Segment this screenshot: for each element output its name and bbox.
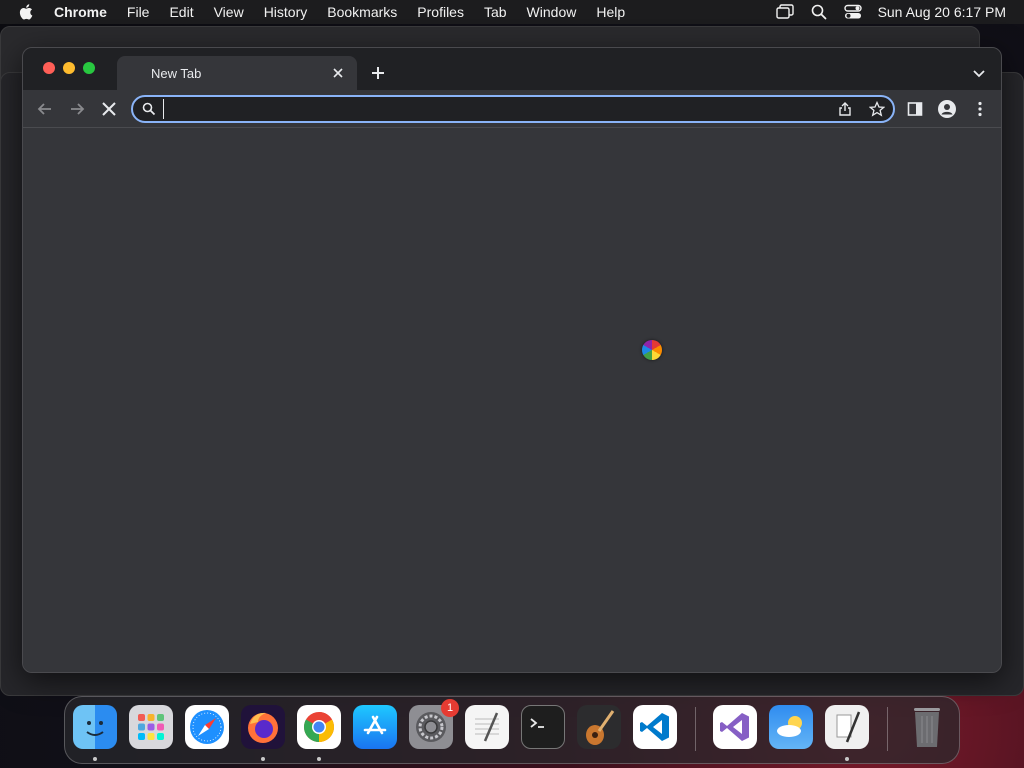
window-minimize-button[interactable] xyxy=(63,62,75,74)
dock-terminal-icon[interactable] xyxy=(521,705,565,749)
page-content-area[interactable] xyxy=(23,128,1001,672)
dock-running-indicator xyxy=(261,757,265,761)
dock-app-store-icon[interactable] xyxy=(353,705,397,749)
menu-bar: Chrome File Edit View History Bookmarks … xyxy=(0,0,1024,24)
window-maximize-button[interactable] xyxy=(83,62,95,74)
menu-tab[interactable]: Tab xyxy=(484,4,507,20)
menu-bookmarks[interactable]: Bookmarks xyxy=(327,4,397,20)
tab-search-chevron-down-icon[interactable] xyxy=(971,65,987,81)
window-close-button[interactable] xyxy=(43,62,55,74)
dock-running-indicator xyxy=(317,757,321,761)
profile-avatar-icon[interactable] xyxy=(938,100,956,118)
control-center-icon[interactable] xyxy=(843,3,862,21)
dock-system-settings-icon[interactable]: 1 xyxy=(409,699,459,749)
dock-finder-icon[interactable] xyxy=(73,705,117,749)
address-bar[interactable] xyxy=(131,95,895,123)
menu-edit[interactable]: Edit xyxy=(169,4,193,20)
notification-badge: 1 xyxy=(441,699,459,717)
menu-file[interactable]: File xyxy=(127,4,150,20)
loading-spinner-cursor-icon xyxy=(642,340,662,360)
dock-running-indicator xyxy=(93,757,97,761)
dock-weather-icon[interactable] xyxy=(769,705,813,749)
dock-running-indicator xyxy=(845,757,849,761)
dock-launchpad-icon[interactable] xyxy=(129,705,173,749)
more-menu-kebab-icon[interactable] xyxy=(971,100,989,118)
search-icon xyxy=(142,102,156,116)
window-controls xyxy=(43,62,103,74)
dock: 1 xyxy=(64,696,960,764)
forward-arrow-icon[interactable] xyxy=(67,99,87,119)
tab-title: New Tab xyxy=(151,65,202,81)
browser-toolbar xyxy=(23,90,1001,128)
dock-separator xyxy=(695,707,696,751)
bookmark-star-icon[interactable] xyxy=(869,101,885,117)
new-tab-plus-icon[interactable] xyxy=(369,64,387,82)
app-menu-chrome[interactable]: Chrome xyxy=(54,4,107,20)
menu-view[interactable]: View xyxy=(214,4,244,20)
spotlight-search-icon[interactable] xyxy=(810,3,828,21)
chrome-window: New Tab xyxy=(22,47,1002,673)
dock-script-editor-icon[interactable] xyxy=(825,705,869,749)
menu-help[interactable]: Help xyxy=(596,4,625,20)
dock-garageband-icon[interactable] xyxy=(577,705,621,749)
apple-menu-icon[interactable] xyxy=(18,3,36,21)
share-icon[interactable] xyxy=(837,101,853,117)
tab-new-tab[interactable]: New Tab xyxy=(117,56,357,90)
dock-visual-studio-icon[interactable] xyxy=(713,705,757,749)
dock-chrome-icon[interactable] xyxy=(297,705,341,749)
dock-trash-icon[interactable] xyxy=(905,705,949,749)
tab-close-icon[interactable] xyxy=(331,66,345,80)
menu-bar-clock[interactable]: Sun Aug 20 6:17 PM xyxy=(878,4,1006,20)
tab-strip: New Tab xyxy=(23,48,1001,90)
screen-mirroring-icon[interactable] xyxy=(775,3,794,21)
menu-profiles[interactable]: Profiles xyxy=(417,4,464,20)
address-input[interactable] xyxy=(163,99,823,119)
dock-firefox-icon[interactable] xyxy=(241,705,285,749)
menu-history[interactable]: History xyxy=(264,4,308,20)
stop-loading-x-icon[interactable] xyxy=(99,99,119,119)
dock-textedit-icon[interactable] xyxy=(465,705,509,749)
dock-safari-icon[interactable] xyxy=(185,705,229,749)
side-panel-icon[interactable] xyxy=(906,100,924,118)
menu-window[interactable]: Window xyxy=(527,4,577,20)
dock-vscode-icon[interactable] xyxy=(633,705,677,749)
back-arrow-icon[interactable] xyxy=(35,99,55,119)
dock-separator xyxy=(887,707,888,751)
